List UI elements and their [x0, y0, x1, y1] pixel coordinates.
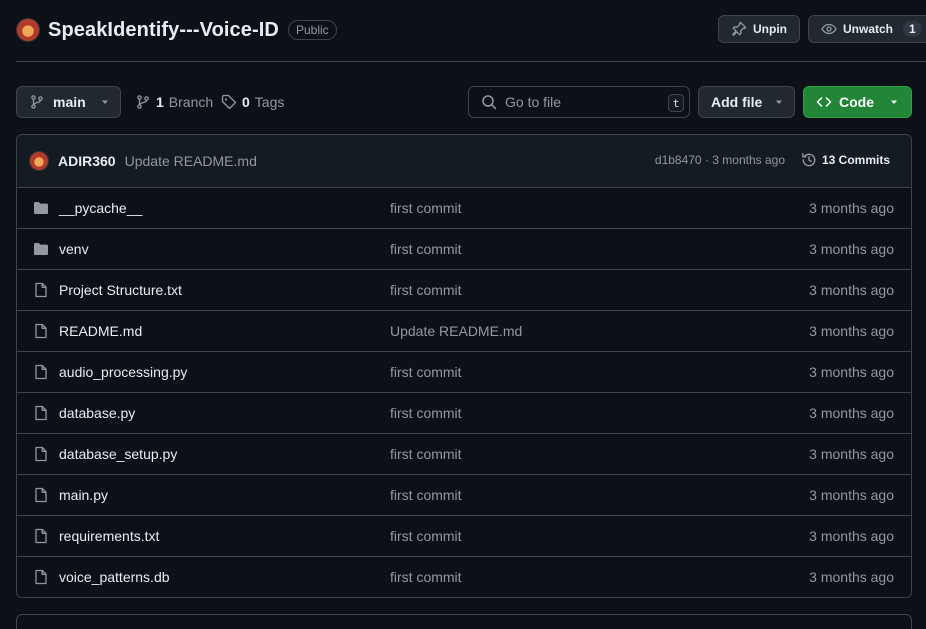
readme-panel — [16, 614, 912, 629]
file-row[interactable]: database.py first commit 3 months ago — [17, 393, 911, 434]
commit-author[interactable]: ADIR360 — [58, 153, 116, 169]
header-divider — [16, 61, 926, 62]
latest-commit-bar: ADIR360 Update README.md d1b8470 · 3 mon… — [17, 135, 911, 188]
file-row[interactable]: Project Structure.txt first commit 3 month… — [17, 270, 911, 311]
branches-link[interactable]: 1 Branch — [135, 86, 213, 118]
file-name-link[interactable]: database_setup.py — [59, 446, 177, 462]
file-name-link[interactable]: voice_patterns.db — [59, 569, 170, 585]
file-navigation: main 1 Branch 0 Tags Go to file t Add fi… — [16, 86, 926, 118]
file-commit-age: 3 months ago — [809, 446, 894, 462]
file-commit-age: 3 months ago — [809, 241, 894, 257]
go-to-file-search[interactable]: t — [468, 86, 690, 118]
file-commit-message[interactable]: first commit — [390, 528, 462, 544]
file-commit-age: 3 months ago — [809, 323, 894, 339]
file-name-link[interactable]: __pycache__ — [59, 200, 142, 216]
file-commit-message[interactable]: first commit — [390, 282, 462, 298]
folder-icon — [33, 200, 49, 221]
repo-name[interactable]: SpeakIdentify---Voice-ID — [48, 19, 279, 42]
code-icon — [816, 97, 832, 107]
add-file-label: Add file — [711, 94, 763, 110]
file-commit-message[interactable]: first commit — [390, 446, 462, 462]
file-row[interactable]: __pycache__ first commit 3 months ago — [17, 188, 911, 229]
commit-hash-time[interactable]: d1b8470 · 3 months ago — [655, 153, 785, 167]
tags-link[interactable]: 0 Tags — [221, 86, 284, 118]
file-icon — [33, 446, 49, 467]
repo-actions: Unpin Unwatch 1 — [718, 15, 926, 43]
file-icon — [33, 528, 49, 549]
file-commit-age: 3 months ago — [809, 405, 894, 421]
file-list: __pycache__ first commit 3 months ago venv f… — [17, 188, 911, 597]
git-branch-icon — [137, 95, 149, 109]
file-row[interactable]: audio_processing.py first commit 3 months … — [17, 352, 911, 393]
folder-icon — [33, 241, 49, 262]
commit-author-avatar[interactable] — [29, 151, 49, 171]
file-commit-age: 3 months ago — [809, 569, 894, 585]
file-commit-age: 3 months ago — [809, 200, 894, 216]
git-branch-icon — [31, 95, 43, 109]
file-commit-message[interactable]: first commit — [390, 569, 462, 585]
file-name-link[interactable]: README.md — [59, 323, 142, 339]
branch-name: main — [53, 94, 86, 110]
file-row[interactable]: README.md Update README.md 3 months ago — [17, 311, 911, 352]
file-name-link[interactable]: Project Structure.txt — [59, 282, 182, 298]
branches-label: Branch — [168, 94, 214, 110]
code-button[interactable]: Code — [803, 86, 912, 118]
file-name-link[interactable]: audio_processing.py — [59, 364, 187, 380]
file-row[interactable]: voice_patterns.db first commit 3 months ag… — [17, 557, 911, 597]
tags-count: 0 — [242, 94, 250, 110]
file-table: ADIR360 Update README.md d1b8470 · 3 mon… — [16, 134, 912, 598]
tags-label: Tags — [254, 94, 285, 110]
file-commit-message[interactable]: first commit — [390, 405, 462, 421]
file-commit-message[interactable]: first commit — [390, 364, 462, 380]
branches-count: 1 — [156, 94, 164, 110]
file-commit-message[interactable]: first commit — [390, 200, 462, 216]
file-commit-age: 3 months ago — [809, 528, 894, 544]
caret-down-icon — [101, 100, 108, 104]
file-commit-message[interactable]: first commit — [390, 487, 462, 503]
file-row[interactable]: venv first commit 3 months ago — [17, 229, 911, 270]
file-icon — [33, 405, 49, 426]
unwatch-button[interactable]: Unwatch 1 — [808, 15, 926, 43]
commits-count-label: 13 Commits — [821, 153, 890, 167]
file-icon — [33, 364, 49, 385]
file-row[interactable]: requirements.txt first commit 3 months ago — [17, 516, 911, 557]
repo-page: SpeakIdentify---Voice-ID Public Unpin Un… — [0, 0, 926, 629]
file-icon — [33, 487, 49, 508]
file-name-link[interactable]: main.py — [59, 487, 108, 503]
watch-count: 1 — [903, 21, 922, 37]
commit-message[interactable]: Update README.md — [125, 153, 257, 169]
file-commit-message[interactable]: Update README.md — [390, 323, 522, 339]
search-input[interactable] — [505, 94, 655, 110]
file-row[interactable]: database_setup.py first commit 3 months ag… — [17, 434, 911, 475]
file-icon — [33, 323, 49, 344]
tag-icon — [221, 94, 237, 110]
unwatch-label: Unwatch — [843, 22, 894, 36]
file-commit-age: 3 months ago — [809, 364, 894, 380]
visibility-badge: Public — [287, 20, 337, 40]
eye-icon — [821, 23, 837, 35]
search-shortcut-key: t — [668, 94, 684, 112]
history-icon — [802, 153, 816, 167]
file-name-link[interactable]: database.py — [59, 405, 135, 421]
search-icon — [482, 95, 497, 110]
file-commit-message[interactable]: first commit — [390, 241, 462, 257]
pin-icon — [732, 21, 747, 36]
unpin-button[interactable]: Unpin — [718, 15, 800, 43]
file-row[interactable]: main.py first commit 3 months ago — [17, 475, 911, 516]
file-name-link[interactable]: venv — [59, 241, 89, 257]
code-label: Code — [839, 94, 874, 110]
unpin-label: Unpin — [753, 22, 787, 36]
file-icon — [33, 282, 49, 303]
repo-header: SpeakIdentify---Voice-ID Public Unpin Un… — [16, 14, 926, 46]
add-file-button[interactable]: Add file — [698, 86, 795, 118]
branch-selector[interactable]: main — [16, 86, 121, 118]
caret-down-icon — [776, 100, 783, 104]
file-name-link[interactable]: requirements.txt — [59, 528, 159, 544]
file-commit-age: 3 months ago — [809, 487, 894, 503]
owner-avatar[interactable] — [16, 18, 40, 42]
commits-history-link[interactable]: 13 Commits — [801, 152, 890, 168]
file-icon — [33, 569, 49, 590]
file-commit-age: 3 months ago — [809, 282, 894, 298]
caret-down-icon — [891, 100, 897, 104]
